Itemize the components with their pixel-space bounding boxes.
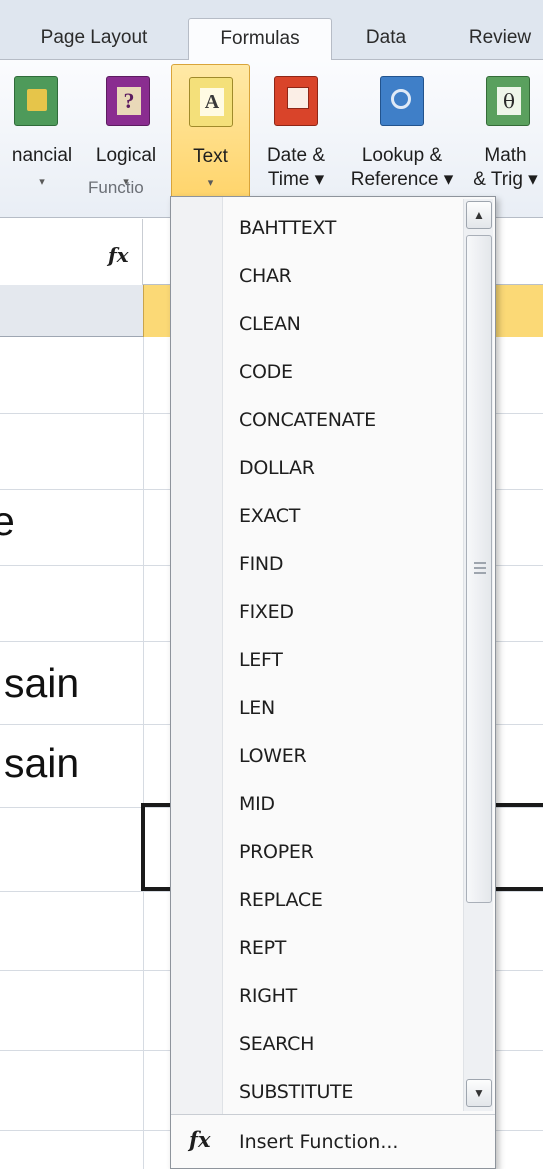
menu-item-left[interactable]: LEFT	[223, 636, 463, 684]
fx-icon: fx	[189, 1127, 211, 1152]
menu-item-bahttext[interactable]: BAHTTEXT	[223, 204, 463, 252]
tab-page-layout[interactable]: Page Layout	[14, 18, 174, 60]
lookup-reference-label-2: Reference ▾	[350, 169, 454, 190]
menu-icon-gutter	[171, 197, 223, 1114]
column-divider	[143, 337, 144, 1169]
group-label-function-library: Functio	[88, 178, 144, 197]
menu-item-exact[interactable]: EXACT	[223, 492, 463, 540]
menu-item-char[interactable]: CHAR	[223, 252, 463, 300]
menu-item-replace[interactable]: REPLACE	[223, 876, 463, 924]
text-label: Text	[193, 146, 228, 167]
math-trig-button[interactable]: θ Math & Trig ▾	[468, 60, 543, 196]
function-library-ribbon: nancial ▾ ? Logical ▾ A Text ▾ Date & Time ▾…	[0, 60, 543, 218]
math-trig-label-1: Math	[484, 145, 527, 166]
insert-function-label: Insert Function...	[239, 1131, 399, 1153]
text-book-icon: A	[189, 77, 233, 127]
menu-item-concatenate[interactable]: CONCATENATE	[223, 396, 463, 444]
cell-text[interactable]: sain	[4, 660, 79, 707]
menu-item-dollar[interactable]: DOLLAR	[223, 444, 463, 492]
logical-button[interactable]: ? Logical ▾	[86, 60, 166, 196]
menu-item-proper[interactable]: PROPER	[223, 828, 463, 876]
financial-book-icon	[14, 76, 58, 126]
name-box-area[interactable]: fx	[0, 219, 143, 285]
menu-item-search[interactable]: SEARCH	[223, 1020, 463, 1068]
tab-data[interactable]: Data	[338, 18, 434, 60]
tab-formulas[interactable]: Formulas	[188, 18, 332, 61]
lookup-reference-book-icon	[380, 76, 424, 126]
lookup-reference-label-1: Lookup &	[361, 145, 443, 166]
ribbon-tab-bar: Page Layout Formulas Data Review	[0, 0, 543, 61]
date-time-book-icon	[274, 76, 318, 126]
financial-button[interactable]: nancial ▾	[0, 60, 84, 196]
scroll-down-button[interactable]: ▼	[466, 1079, 492, 1107]
chevron-down-icon: ▾	[207, 177, 214, 189]
menu-item-mid[interactable]: MID	[223, 780, 463, 828]
menu-item-clean[interactable]: CLEAN	[223, 300, 463, 348]
menu-item-lower[interactable]: LOWER	[223, 732, 463, 780]
menu-item-len[interactable]: LEN	[223, 684, 463, 732]
date-time-button[interactable]: Date & Time ▾	[254, 60, 338, 196]
text-functions-menu: BAHTTEXT CHAR CLEAN CODE CONCATENATE DOL…	[170, 196, 496, 1169]
scroll-grip-icon	[474, 562, 486, 574]
logical-label: Logical	[95, 145, 157, 166]
scroll-up-button[interactable]: ▲	[466, 201, 492, 229]
chevron-down-icon: ▾	[39, 176, 45, 188]
menu-item-right[interactable]: RIGHT	[223, 972, 463, 1020]
menu-item-fixed[interactable]: FIXED	[223, 588, 463, 636]
logical-book-icon: ?	[106, 76, 150, 126]
lookup-reference-button[interactable]: Lookup & Reference ▾	[340, 60, 464, 196]
scroll-thumb[interactable]	[466, 235, 492, 903]
tab-review[interactable]: Review	[450, 18, 543, 60]
cell-text[interactable]: sain	[4, 740, 79, 787]
menu-scrollbar[interactable]: ▲ ▼	[463, 199, 493, 1111]
menu-item-substitute[interactable]: SUBSTITUTE	[223, 1068, 463, 1116]
function-list: BAHTTEXT CHAR CLEAN CODE CONCATENATE DOL…	[223, 204, 463, 1116]
date-time-label-1: Date &	[266, 145, 326, 166]
menu-item-code[interactable]: CODE	[223, 348, 463, 396]
cell-text[interactable]: e	[0, 498, 15, 545]
menu-item-find[interactable]: FIND	[223, 540, 463, 588]
financial-label: nancial	[11, 145, 73, 166]
math-trig-book-icon: θ	[486, 76, 530, 126]
insert-function-item[interactable]: fx Insert Function...	[171, 1114, 495, 1168]
date-time-label-2: Time ▾	[267, 169, 325, 190]
text-button[interactable]: A Text ▾	[171, 64, 250, 200]
menu-item-rept[interactable]: REPT	[223, 924, 463, 972]
insert-function-fx-icon[interactable]: fx	[108, 243, 129, 267]
math-trig-label-2: & Trig ▾	[473, 169, 538, 190]
